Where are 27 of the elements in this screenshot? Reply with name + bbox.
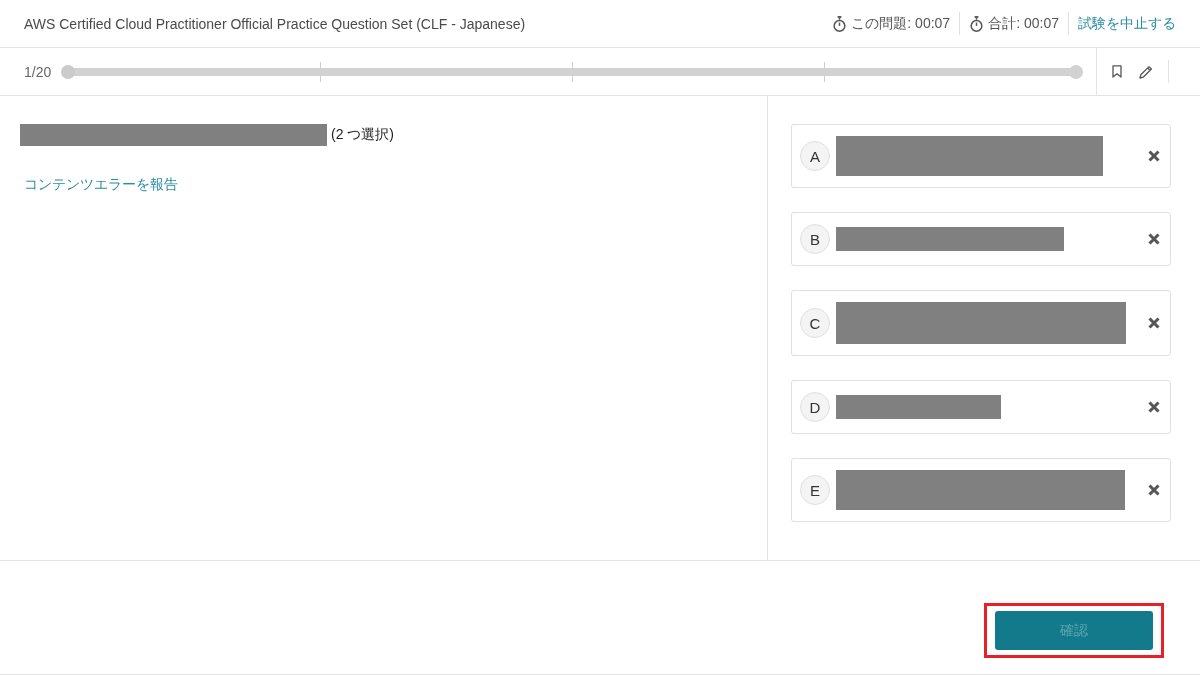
stopwatch-icon [969, 15, 985, 32]
exam-title: AWS Certified Cloud Practitioner Official Practice Question Set (CLF - Japanese) [24, 15, 526, 32]
cross-icon[interactable] [1148, 401, 1160, 413]
cross-icon[interactable] [1148, 233, 1160, 245]
cross-icon[interactable] [1148, 150, 1160, 162]
selection-note: (2 つ選択) [331, 126, 394, 144]
option-letter: B [800, 224, 830, 254]
progress-thumb[interactable] [61, 64, 76, 79]
answer-option[interactable]: B [791, 212, 1171, 266]
pencil-icon[interactable] [1139, 64, 1153, 79]
quit-exam-link[interactable]: 試験を中止する [1078, 14, 1176, 33]
option-letter: A [800, 141, 830, 171]
answer-option[interactable]: D [791, 380, 1171, 434]
question-counter: 1/20 [24, 63, 52, 80]
bookmark-icon[interactable] [1112, 65, 1122, 78]
option-letter: E [800, 475, 830, 505]
answer-option[interactable]: A [791, 124, 1171, 188]
option-letter: C [800, 308, 830, 338]
answer-option[interactable]: C [791, 290, 1171, 356]
stopwatch-icon [832, 15, 848, 32]
answer-option[interactable]: E [791, 458, 1171, 522]
timer-text: この問題: 00:07 [851, 14, 951, 33]
cross-icon[interactable] [1148, 484, 1160, 496]
cross-icon[interactable] [1148, 317, 1160, 329]
option-letter: D [800, 392, 830, 422]
report-error-link[interactable]: コンテンツエラーを報告 [24, 176, 178, 194]
timer-text: 合計: 00:07 [988, 14, 1059, 33]
